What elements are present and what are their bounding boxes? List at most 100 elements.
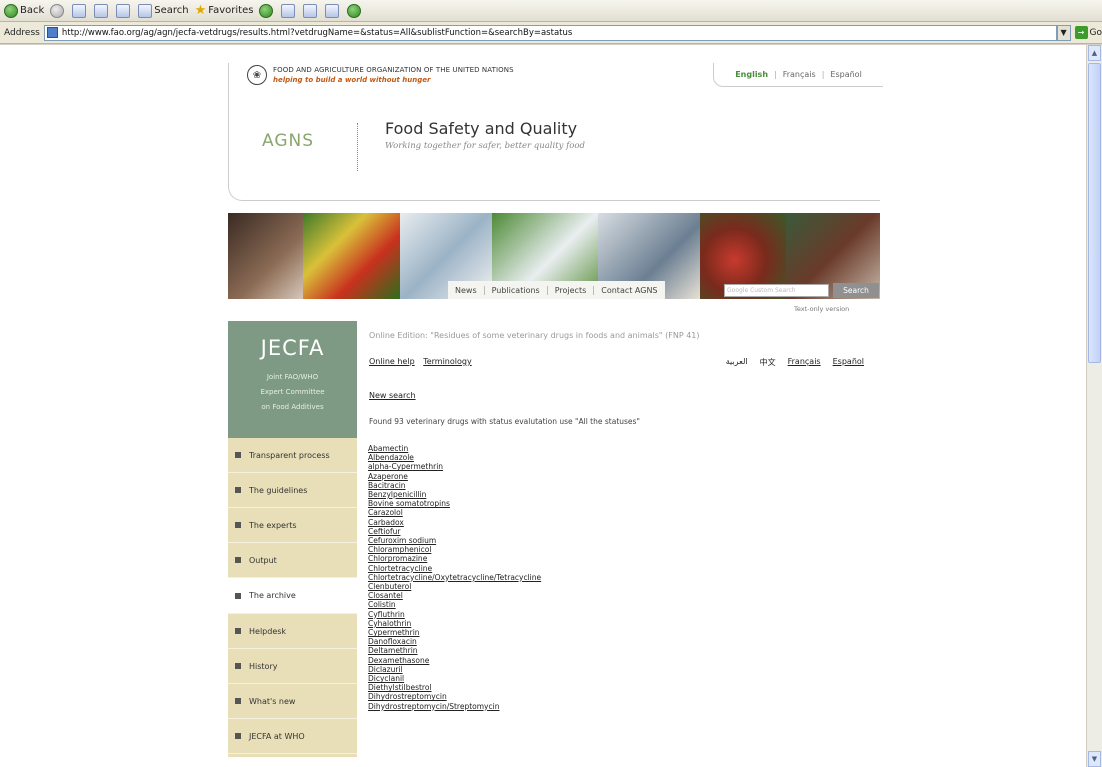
- drug-link[interactable]: Carazolol: [368, 508, 541, 517]
- sidebar-item-whats-new[interactable]: What's new: [228, 684, 357, 719]
- drug-link[interactable]: Cefuroxim sodium: [368, 536, 541, 545]
- site-search-button[interactable]: Search: [833, 283, 879, 298]
- history-icon: [259, 3, 274, 18]
- scroll-up-icon[interactable]: ▲: [1088, 45, 1101, 61]
- browser-toolbar: Back Search ★ Favorites: [0, 0, 1102, 22]
- mail-button[interactable]: [281, 2, 297, 20]
- sidebar-item-transparent-process[interactable]: Transparent process: [228, 438, 357, 473]
- mail-icon: [281, 3, 296, 18]
- drug-link[interactable]: Abamectin: [368, 444, 541, 453]
- lang-spanish-content[interactable]: Español: [833, 357, 864, 368]
- go-button[interactable]: → Go: [1074, 26, 1102, 39]
- forward-button[interactable]: [50, 2, 66, 20]
- edit-button[interactable]: [325, 2, 341, 20]
- lang-spanish[interactable]: Español: [830, 70, 861, 79]
- site-subtitle: Working together for safer, better quali…: [385, 141, 585, 151]
- drug-link[interactable]: Cyfluthrin: [368, 610, 541, 619]
- address-label: Address: [4, 27, 40, 38]
- lang-french-content[interactable]: Français: [788, 357, 821, 368]
- print-icon: [303, 3, 318, 18]
- drug-link[interactable]: Deltamethrin: [368, 646, 541, 655]
- sidebar-item-archive[interactable]: The archive: [228, 578, 357, 614]
- drug-link[interactable]: Carbadox: [368, 518, 541, 527]
- nav-projects[interactable]: Projects: [548, 285, 595, 295]
- drug-link[interactable]: Chloramphenicol: [368, 545, 541, 554]
- drug-link[interactable]: Cyhalothrin: [368, 619, 541, 628]
- lang-french[interactable]: Français: [783, 70, 816, 79]
- home-icon: [116, 3, 131, 18]
- drug-link[interactable]: Benzylpenicillin: [368, 490, 541, 499]
- lang-arabic[interactable]: العربية: [726, 357, 748, 368]
- sidebar-item-experts[interactable]: The experts: [228, 508, 357, 543]
- print-button[interactable]: [303, 2, 319, 20]
- drug-link[interactable]: Ceftiofur: [368, 527, 541, 536]
- drug-link[interactable]: alpha-Cypermethrin: [368, 462, 541, 471]
- fao-logo-icon[interactable]: ❀: [247, 65, 267, 85]
- drug-link[interactable]: Dihydrostreptomycin/Streptomycin: [368, 702, 541, 711]
- drug-link[interactable]: Chlorpromazine: [368, 554, 541, 563]
- drug-link[interactable]: Chlortetracycline/Oxytetracycline/Tetrac…: [368, 573, 541, 582]
- sidebar-item-helpdesk[interactable]: Helpdesk: [228, 614, 357, 649]
- history-button[interactable]: [259, 2, 275, 20]
- lang-english[interactable]: English: [735, 70, 768, 79]
- scroll-thumb[interactable]: [1088, 63, 1101, 363]
- search-toolbar-button[interactable]: Search: [138, 2, 189, 20]
- sidebar-item-history[interactable]: History: [228, 649, 357, 684]
- scroll-down-icon[interactable]: ▼: [1088, 751, 1101, 767]
- drug-link[interactable]: Diclazuril: [368, 665, 541, 674]
- drug-link[interactable]: Bacitracin: [368, 481, 541, 490]
- drug-link[interactable]: Cypermethrin: [368, 628, 541, 637]
- favorites-button[interactable]: ★ Favorites: [195, 2, 254, 20]
- page-viewport: ❀ FOOD AND AGRICULTURE ORGANIZATION OF T…: [0, 45, 1086, 767]
- vertical-scrollbar[interactable]: ▲ ▼: [1086, 45, 1102, 767]
- drug-link[interactable]: Dicyclanil: [368, 674, 541, 683]
- url-dropdown-button[interactable]: ▼: [1056, 24, 1071, 41]
- agns-logo[interactable]: AGNS: [262, 131, 314, 151]
- go-arrow-icon: →: [1074, 26, 1088, 39]
- text-only-link[interactable]: Text-only version: [794, 305, 849, 313]
- back-button[interactable]: Back: [4, 2, 44, 20]
- edit-icon: [325, 3, 340, 18]
- drug-link[interactable]: Azaperone: [368, 472, 541, 481]
- online-help-link[interactable]: Online help: [369, 357, 415, 366]
- main-content: Online Edition: "Residues of some veteri…: [357, 321, 880, 767]
- terminology-link[interactable]: Terminology: [423, 357, 472, 366]
- header-divider: [357, 123, 358, 171]
- url-input[interactable]: http://www.fao.org/ag/agn/jecfa-vetdrugs…: [43, 24, 1057, 41]
- address-bar: Address http://www.fao.org/ag/agn/jecfa-…: [0, 22, 1102, 44]
- drug-link[interactable]: Danofloxacin: [368, 637, 541, 646]
- lang-chinese[interactable]: 中文: [760, 357, 776, 368]
- drug-link[interactable]: Colistin: [368, 600, 541, 609]
- jecfa-title: JECFA: [260, 336, 325, 360]
- star-icon: ★: [194, 3, 207, 18]
- drug-link[interactable]: Closantel: [368, 591, 541, 600]
- site-search-input[interactable]: Google Custom Search: [724, 284, 829, 297]
- org-tagline: helping to build a world without hunger: [273, 76, 431, 84]
- drug-link[interactable]: Clenbuterol: [368, 582, 541, 591]
- drug-link[interactable]: Dexamethasone: [368, 656, 541, 665]
- back-arrow-icon: [4, 3, 18, 18]
- bullet-icon: [235, 592, 241, 599]
- content-language-links: العربية 中文 Français Español: [714, 357, 864, 368]
- bullet-icon: [235, 733, 241, 739]
- new-search-link[interactable]: New search: [369, 391, 416, 400]
- drug-link[interactable]: Dihydrostreptomycin: [368, 692, 541, 701]
- sidebar-item-guidelines[interactable]: The guidelines: [228, 473, 357, 508]
- nav-contact[interactable]: Contact AGNS: [594, 286, 664, 295]
- nav-publications[interactable]: Publications: [485, 285, 548, 295]
- stop-button[interactable]: [72, 2, 88, 20]
- page-icon: [46, 27, 58, 38]
- drug-link[interactable]: Bovine somatotropins: [368, 499, 541, 508]
- drug-link[interactable]: Albendazole: [368, 453, 541, 462]
- home-button[interactable]: [116, 2, 132, 20]
- sidebar-item-jecfa-at-who[interactable]: JECFA at WHO: [228, 719, 357, 754]
- sidebar-item-output[interactable]: Output: [228, 543, 357, 578]
- drug-link[interactable]: Diethylstilbestrol: [368, 683, 541, 692]
- nav-news[interactable]: News: [448, 285, 485, 295]
- banner-photo-vegetables: [303, 213, 400, 299]
- refresh-button[interactable]: [94, 2, 110, 20]
- banner-photo-woman: [228, 213, 303, 299]
- bullet-icon: [235, 698, 241, 704]
- drug-link[interactable]: Chlortetracycline: [368, 564, 541, 573]
- messenger-button[interactable]: [347, 2, 363, 20]
